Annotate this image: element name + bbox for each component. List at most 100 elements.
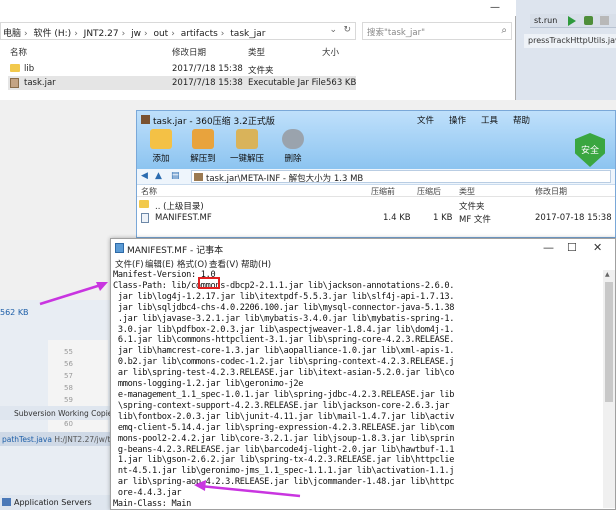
notepad-icon: [115, 243, 124, 253]
archive-icon: [194, 173, 203, 181]
zip-menu-tools[interactable]: 工具: [481, 114, 498, 126]
zip-row-before: 1.4 KB: [383, 213, 411, 223]
add-button[interactable]: 添加: [141, 129, 181, 164]
notepad-window: MANIFEST.MF - 记事本 — ☐ ✕ 文件(F) 编辑(E) 格式(O…: [110, 238, 616, 510]
column-header-name[interactable]: 名称: [10, 46, 27, 58]
refresh-icon[interactable]: ↻: [343, 25, 351, 35]
file-size: 563 KB: [326, 78, 357, 88]
one-click-extract-label: 一键解压: [229, 154, 264, 164]
breadcrumb-item[interactable]: 电脑: [3, 29, 21, 39]
zip-row-name: MANIFEST.MF: [155, 213, 212, 223]
zip-row-type: 文件夹: [459, 202, 485, 212]
open-file-name: pathTest.java: [2, 435, 52, 444]
zip-col-modified[interactable]: 修改日期: [535, 186, 567, 197]
vertical-scrollbar[interactable]: ▲: [603, 270, 615, 508]
menu-edit[interactable]: 编辑(E): [145, 258, 174, 270]
folder-icon: [139, 200, 149, 208]
file-type: 文件夹: [248, 66, 274, 76]
editor-tab[interactable]: pressTrackHttpUtils.java: [524, 34, 616, 48]
scroll-thumb[interactable]: [605, 282, 613, 402]
zip-path-field[interactable]: task.jar\META-INF - 解包大小为 1.3 MB: [191, 170, 611, 184]
stop-icon[interactable]: [600, 16, 609, 25]
breadcrumb-item[interactable]: JNT2.27: [84, 29, 119, 39]
menu-file[interactable]: 文件(F): [115, 258, 144, 270]
zip-menu-action[interactable]: 操作: [449, 114, 466, 126]
zip-path-text: task.jar\META-INF - 解包大小为 1.3 MB: [206, 174, 364, 184]
column-header-modified[interactable]: 修改日期: [172, 46, 206, 58]
close-icon[interactable]: ✕: [593, 241, 602, 254]
lib-highlight-box: [198, 277, 220, 289]
line-number: 57: [64, 372, 73, 380]
ide-background-left: 562 KB 55 56 57 58 59 60 Subversion Work…: [0, 300, 110, 510]
zip-nav-bar: ◀ ▲ ▤ task.jar\META-INF - 解包大小为 1.3 MB: [137, 169, 615, 185]
breadcrumb-item[interactable]: out: [153, 29, 168, 39]
play-icon[interactable]: [568, 16, 576, 26]
line-number: 60: [64, 420, 73, 428]
run-config-label[interactable]: st.run: [534, 16, 557, 25]
zip-row-after: 1 KB: [433, 213, 453, 223]
explorer-titlebar: —: [0, 0, 516, 16]
maximize-icon[interactable]: ☐: [567, 241, 577, 254]
file-name: lib: [24, 64, 35, 74]
column-header-type[interactable]: 类型: [248, 46, 265, 58]
breadcrumb-item[interactable]: 软件 (H:): [34, 29, 72, 39]
debug-icon[interactable]: [584, 16, 593, 25]
file-name: task.jar: [24, 78, 56, 88]
zip-col-name[interactable]: 名称: [141, 186, 157, 197]
folder-icon: [10, 64, 20, 72]
view-icon[interactable]: ▤: [171, 171, 180, 181]
column-header-size[interactable]: 大小: [322, 46, 339, 58]
chevron-down-icon[interactable]: ⌄: [329, 25, 337, 35]
server-icon: [2, 498, 11, 506]
file-icon: [141, 213, 149, 223]
notepad-text-area[interactable]: Manifest-Version: 1.0 Class-Path: lib/co…: [113, 270, 601, 508]
one-click-extract-button[interactable]: 一键解压: [227, 129, 267, 164]
application-servers-tab[interactable]: Application Servers: [0, 495, 110, 510]
zip-window: task.jar - 360压缩 3.2正式版 文件 操作 工具 帮助 添加 解…: [136, 110, 616, 238]
zip-row[interactable]: .. (上级目录) 文件夹: [137, 199, 615, 212]
svn-tab[interactable]: Subversion Working Copies Information: [0, 406, 110, 420]
menu-format[interactable]: 格式(O): [177, 258, 207, 270]
breadcrumb-item[interactable]: jw: [131, 29, 141, 39]
line-number: 59: [64, 396, 73, 404]
zip-row-name: .. (上级目录): [155, 202, 204, 212]
file-type: Executable Jar File: [248, 78, 326, 88]
zip-row[interactable]: MANIFEST.MF 1.4 KB 1 KB MF 文件 2017-07-18…: [137, 212, 615, 225]
line-number: 55: [64, 348, 73, 356]
notepad-menubar: 文件(F) 编辑(E) 格式(O) 查看(V) 帮助(H): [111, 257, 615, 270]
notepad-titlebar: MANIFEST.MF - 记事本 — ☐ ✕: [111, 239, 615, 257]
file-row[interactable]: task.jar 2017/7/18 15:38 Executable Jar …: [8, 76, 356, 90]
file-row[interactable]: lib 2017/7/18 15:38 文件夹: [8, 62, 356, 76]
open-file-path[interactable]: pathTest.java H:/JNT2.27/jw/test/: [0, 432, 110, 446]
search-input[interactable]: 搜索"task_jar" ⌕: [362, 22, 512, 40]
delete-button[interactable]: 删除: [273, 129, 313, 164]
security-shield-icon[interactable]: 安全: [575, 133, 605, 167]
up-icon[interactable]: ▲: [155, 171, 162, 181]
menu-help[interactable]: 帮助(H): [241, 258, 271, 270]
open-file-dir: H:/JNT2.27/jw/test/: [54, 435, 110, 444]
minimize-icon[interactable]: —: [543, 241, 554, 254]
zip-col-type[interactable]: 类型: [459, 186, 475, 197]
zip-col-before[interactable]: 压缩前: [371, 186, 395, 197]
search-placeholder: 搜索"task_jar": [367, 28, 426, 38]
extract-label: 解压到: [190, 154, 216, 164]
zip-title: task.jar - 360压缩 3.2正式版: [153, 117, 275, 127]
one-click-extract-icon: [236, 129, 258, 149]
notepad-title: MANIFEST.MF - 记事本: [127, 246, 224, 256]
minimize-button[interactable]: —: [490, 2, 500, 13]
scroll-up-icon[interactable]: ▲: [605, 271, 610, 278]
zip-menu-file[interactable]: 文件: [417, 114, 434, 126]
breadcrumb-item[interactable]: artifacts: [181, 29, 218, 39]
menu-view[interactable]: 查看(V): [209, 258, 238, 270]
file-modified: 2017/7/18 15:38: [172, 64, 243, 74]
search-icon: ⌕: [501, 25, 507, 36]
address-bar[interactable]: 电脑 › 软件 (H:) › JNT2.27 › jw › out › artifacts…: [0, 22, 356, 40]
jar-file-icon: [10, 78, 19, 88]
back-icon[interactable]: ◀: [141, 171, 148, 181]
breadcrumb-item[interactable]: task_jar: [230, 29, 265, 39]
extract-to-button[interactable]: 解压到: [183, 129, 223, 164]
archive-icon: [141, 115, 150, 124]
zip-col-after[interactable]: 压缩后: [417, 186, 441, 197]
zip-menu-help[interactable]: 帮助: [513, 114, 530, 126]
line-number: 58: [64, 384, 73, 392]
